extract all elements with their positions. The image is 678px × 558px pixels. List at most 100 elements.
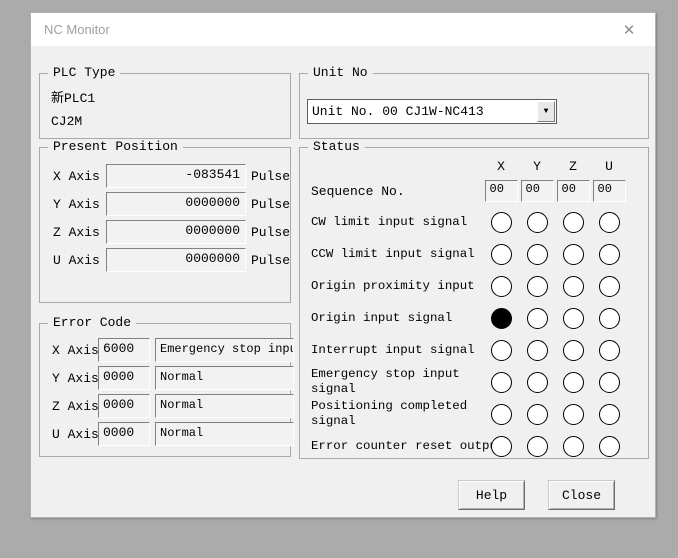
unit-no-group-label: Unit No [308, 65, 373, 81]
status-indicator [563, 276, 584, 297]
unit-no-select[interactable]: Unit No. 00 CJ1W-NC413 ▼ [307, 99, 557, 124]
axis-label: X Axis [53, 169, 100, 184]
error-desc-x: Emergency stop inpu [155, 338, 294, 362]
error-code-group-label: Error Code [48, 315, 136, 331]
axis-label: Z Axis [53, 225, 100, 240]
signal-label: CW limit input signal [311, 215, 467, 230]
status-indicator [527, 276, 548, 297]
close-button[interactable]: Close [548, 480, 615, 510]
error-desc-y: Normal [155, 366, 294, 390]
titlebar: NC Monitor ✕ [31, 13, 655, 46]
status-indicator [527, 244, 548, 265]
signal-label: Emergency stop input signal [311, 367, 460, 397]
status-indicator [491, 212, 512, 233]
window-title: NC Monitor [31, 22, 110, 37]
status-indicator [563, 308, 584, 329]
status-indicator [599, 308, 620, 329]
column-header-y: Y [519, 150, 555, 176]
plc-name: 新PLC1 [51, 87, 95, 106]
help-button[interactable]: Help [458, 480, 525, 510]
signal-label: Origin input signal [311, 311, 452, 326]
status-indicator [599, 340, 620, 361]
unit-label: Pulse [251, 169, 290, 184]
status-indicator [563, 340, 584, 361]
axis-label: U Axis [52, 427, 99, 442]
unit-label: Pulse [251, 253, 290, 268]
unit-label: Pulse [251, 197, 290, 212]
status-indicator [527, 340, 548, 361]
status-indicator [491, 276, 512, 297]
error-desc-z: Normal [155, 394, 294, 418]
plc-type-group-label: PLC Type [48, 65, 120, 81]
position-row-x: X Axis -083541 Pulse [40, 162, 290, 190]
unit-no-group: Unit No Unit No. 00 CJ1W-NC413 ▼ [299, 73, 649, 139]
axis-label: X Axis [52, 343, 99, 358]
error-desc-u: Normal [155, 422, 294, 446]
error-row-y: Y Axis 0000 Normal [40, 364, 290, 392]
status-indicator [599, 372, 620, 393]
nc-monitor-dialog: NC Monitor ✕ PLC Type 新PLC1 CJ2M Unit No… [30, 12, 656, 518]
position-row-y: Y Axis 0000000 Pulse [40, 190, 290, 218]
dropdown-button[interactable]: ▼ [537, 101, 555, 122]
axis-label: Z Axis [52, 399, 99, 414]
status-indicator [527, 212, 548, 233]
status-indicator [563, 404, 584, 425]
plc-model: CJ2M [51, 114, 82, 129]
unit-label: Pulse [251, 225, 290, 240]
plc-type-group: PLC Type 新PLC1 CJ2M [39, 73, 291, 139]
signal-label: Origin proximity input [311, 279, 475, 294]
error-code-value-y: 0000 [98, 366, 150, 390]
present-position-group-label: Present Position [48, 139, 183, 155]
error-row-z: Z Axis 0000 Normal [40, 392, 290, 420]
status-indicator [563, 436, 584, 457]
status-indicator [491, 436, 512, 457]
sequence-value-z: 00 [557, 180, 590, 202]
status-indicator [563, 244, 584, 265]
signal-label: Positioning completed signal [311, 399, 467, 429]
status-indicator [599, 276, 620, 297]
status-indicator [599, 404, 620, 425]
close-icon[interactable]: ✕ [617, 18, 641, 42]
error-row-u: U Axis 0000 Normal [40, 420, 290, 448]
axis-label: Y Axis [53, 197, 100, 212]
position-value-u: 0000000 [106, 248, 246, 272]
status-indicator [527, 404, 548, 425]
status-group: Status X Y Z U Sequence No. 00 00 00 00 … [299, 147, 649, 459]
sequence-label: Sequence No. [311, 184, 405, 199]
signal-label: Interrupt input signal [311, 343, 475, 358]
error-code-value-u: 0000 [98, 422, 150, 446]
axis-label: U Axis [53, 253, 100, 268]
error-row-x: X Axis 6000 Emergency stop inpu [40, 336, 290, 364]
error-code-value-x: 6000 [98, 338, 150, 362]
position-value-y: 0000000 [106, 192, 246, 216]
status-indicator [599, 436, 620, 457]
position-value-x: -083541 [106, 164, 246, 188]
sequence-value-u: 00 [593, 180, 626, 202]
status-indicator [563, 212, 584, 233]
signal-label: Error counter reset output [311, 439, 504, 454]
sequence-value-y: 00 [521, 180, 554, 202]
status-indicator [491, 308, 512, 329]
error-code-value-z: 0000 [98, 394, 150, 418]
status-indicator [491, 244, 512, 265]
error-code-group: Error Code X Axis 6000 Emergency stop in… [39, 323, 291, 457]
position-row-u: U Axis 0000000 Pulse [40, 246, 290, 274]
status-indicator [491, 404, 512, 425]
sequence-value-x: 00 [485, 180, 518, 202]
chevron-down-icon: ▼ [544, 107, 549, 116]
status-indicator [527, 436, 548, 457]
status-indicator [491, 340, 512, 361]
status-indicator [563, 372, 584, 393]
column-header-z: Z [555, 150, 591, 176]
position-value-z: 0000000 [106, 220, 246, 244]
status-indicator [527, 308, 548, 329]
status-indicator [491, 372, 512, 393]
unit-no-selected-value: Unit No. 00 CJ1W-NC413 [308, 104, 537, 119]
position-row-z: Z Axis 0000000 Pulse [40, 218, 290, 246]
status-indicator [527, 372, 548, 393]
column-header-u: U [591, 150, 627, 176]
present-position-group: Present Position X Axis -083541 Pulse Y … [39, 147, 291, 303]
axis-label: Y Axis [52, 371, 99, 386]
signal-label: CCW limit input signal [311, 247, 475, 262]
status-indicator [599, 212, 620, 233]
